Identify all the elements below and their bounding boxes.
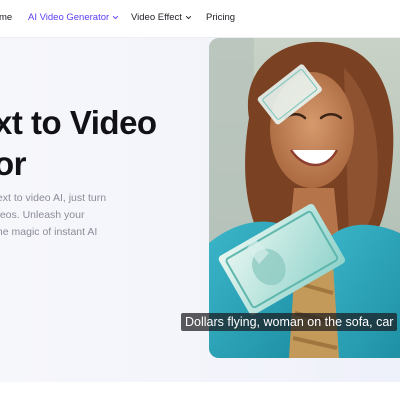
nav-item-ai-video-generator-label: AI Video Generator [28, 12, 110, 23]
hero-description-line: deos. Unleash your [0, 209, 85, 221]
hero-description: text to video AI, just turn deos. Unleas… [0, 190, 134, 241]
hero-title: xt to Video or [0, 102, 157, 184]
video-frame-image [209, 38, 400, 358]
chevron-down-icon [185, 15, 191, 20]
nav-item-pricing[interactable]: Pricing [206, 12, 235, 23]
nav-item-ai-video-generator[interactable]: AI Video Generator [28, 12, 119, 23]
nav-item-video-effect-label: Video Effect [131, 12, 182, 23]
nav-item-video-effect[interactable]: Video Effect [131, 12, 192, 23]
chevron-down-icon [113, 15, 119, 20]
hero-description-line: the magic of instant AI [0, 226, 98, 238]
video-caption: Dollars flying, woman on the sofa, car [181, 313, 398, 331]
page-bottom [0, 382, 400, 400]
hero-description-line: text to video AI, just turn [0, 192, 107, 204]
top-navigation: me AI Video Generator Video Effect Prici… [0, 0, 400, 38]
hero-title-line-1: xt to Video [0, 104, 157, 141]
nav-item-home-label: me [0, 12, 13, 23]
demo-video-player[interactable] [209, 38, 400, 358]
nav-item-pricing-label: Pricing [206, 12, 236, 23]
nav-item-home[interactable]: me [0, 12, 12, 23]
hero-title-line-2: or [0, 145, 26, 182]
